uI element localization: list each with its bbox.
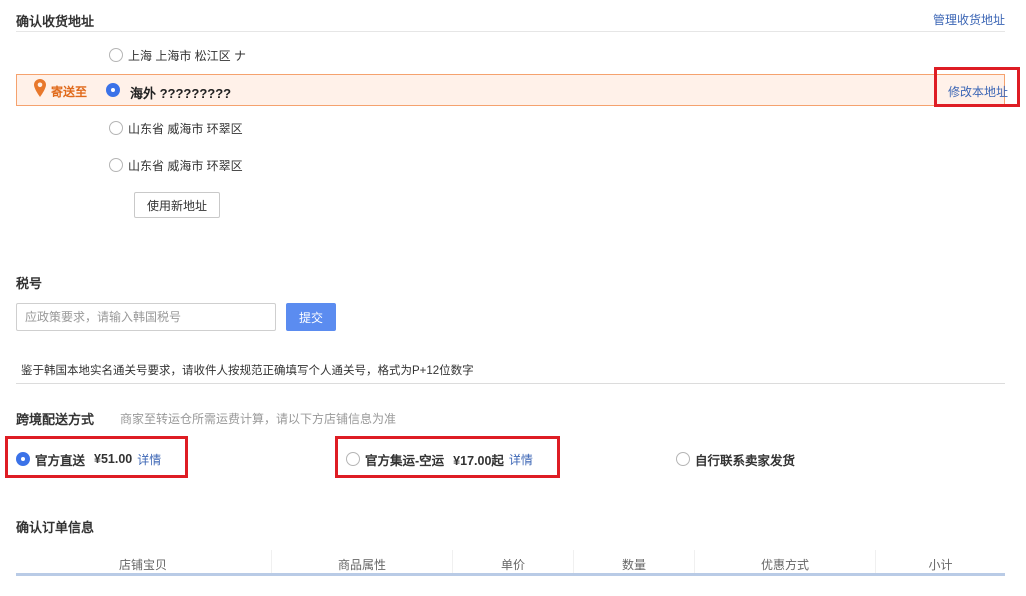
column-header-unit-price: 单价 — [500, 558, 525, 572]
shipping-hint: 商家至转运仓所需运费计算，请以下方店铺信息为准 — [120, 412, 397, 426]
shipping-radio-direct[interactable] — [16, 452, 30, 466]
address-radio-4[interactable] — [109, 158, 123, 172]
address-radio-1[interactable] — [109, 48, 123, 62]
address-option-1[interactable]: 上海 上海市 松江区 ナ — [109, 46, 246, 64]
send-to-label: 寄送至 — [51, 85, 88, 99]
order-section-title: 确认订单信息 — [16, 520, 95, 535]
shipping-option-self[interactable]: 自行联系卖家发货 — [676, 450, 795, 468]
address-radio-3[interactable] — [109, 121, 123, 135]
shipping-name-direct: 官方直送 — [35, 453, 86, 468]
shipping-option-direct[interactable]: 官方直送 ¥51.00 详情 — [16, 450, 161, 468]
shipping-name-consolidated: 官方集运-空运 — [365, 453, 445, 468]
address-label-4: 山东省 威海市 环翠区 — [128, 158, 243, 173]
shipping-radio-consolidated[interactable] — [346, 452, 360, 466]
column-header-discount: 优惠方式 — [760, 558, 809, 572]
tax-divider — [16, 383, 1005, 384]
column-header-subtotal: 小计 — [928, 558, 953, 572]
address-section-title: 确认收货地址 — [16, 14, 95, 29]
location-pin-icon — [34, 79, 46, 97]
tax-id-input[interactable] — [16, 303, 276, 331]
order-table-header-bar — [16, 573, 1005, 576]
address-label-1: 上海 上海市 松江区 ナ — [128, 48, 247, 63]
shipping-price-consolidated: ¥17.00起 — [453, 453, 504, 468]
address-label-3: 山东省 威海市 环翠区 — [128, 121, 243, 136]
column-header-quantity: 数量 — [621, 558, 646, 572]
shipping-radio-self[interactable] — [676, 452, 690, 466]
column-header-shop-items: 店铺宝贝 — [118, 558, 167, 572]
column-header-attributes: 商品属性 — [337, 558, 386, 572]
shipping-detail-link-direct[interactable]: 详情 — [137, 451, 161, 468]
shipping-detail-link-consolidated[interactable]: 详情 — [509, 451, 533, 468]
address-option-3[interactable]: 山东省 威海市 环翠区 — [109, 119, 243, 137]
tax-note: 鉴于韩国本地实名通关号要求，请收件人按规范正确填写个人通关号，格式为P+12位数… — [21, 365, 474, 377]
address-label-2: 海外 ????????? — [130, 86, 232, 101]
shipping-price-direct: ¥51.00 — [94, 452, 133, 466]
tax-submit-button[interactable]: 提交 — [286, 303, 336, 331]
shipping-name-self: 自行联系卖家发货 — [695, 453, 796, 468]
shipping-option-consolidated[interactable]: 官方集运-空运 ¥17.00起 详情 — [346, 450, 533, 468]
address-radio-2[interactable] — [106, 83, 120, 97]
address-divider — [16, 31, 1005, 32]
shipping-section-title: 跨境配送方式 — [16, 412, 95, 427]
manage-address-link[interactable]: 管理收货地址 — [933, 11, 1005, 28]
tax-section-title: 税号 — [16, 276, 43, 291]
address-option-4[interactable]: 山东省 威海市 环翠区 — [109, 156, 243, 174]
modify-address-link[interactable]: 修改本地址 — [948, 83, 1008, 100]
use-new-address-button[interactable]: 使用新地址 — [134, 192, 220, 218]
